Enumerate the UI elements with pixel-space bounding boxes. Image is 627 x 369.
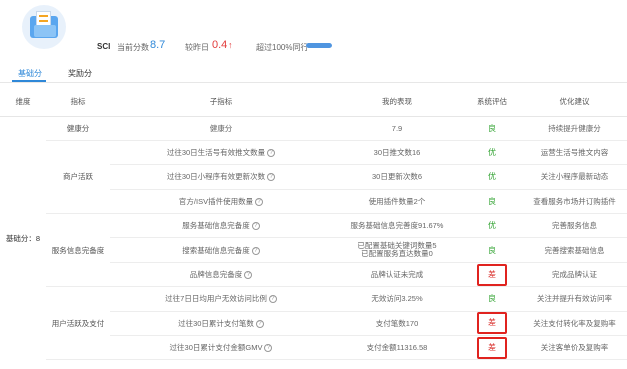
arrow-up-icon: ↑ xyxy=(228,40,233,50)
evaluation-badge: 差 xyxy=(488,318,496,328)
performance-cell: 服务基础信息完善度91.67% xyxy=(332,213,462,239)
group-cell: 健康分 xyxy=(46,116,110,141)
sub-indicator: 官方/ISV插件使用数量 xyxy=(178,196,254,206)
column-header: 子指标 xyxy=(110,88,332,117)
help-icon[interactable]: ? xyxy=(255,319,264,328)
help-icon[interactable]: ? xyxy=(267,149,276,158)
evaluation-badge: 良 xyxy=(488,196,496,206)
sub-indicator: 品牌信息完备度 xyxy=(189,270,243,280)
tab-basic[interactable]: 基础分 xyxy=(18,68,42,79)
performance-cell: 7.9 xyxy=(332,116,462,141)
group-cell: 商户活跃 xyxy=(46,140,110,215)
peer-progress-fill xyxy=(306,43,332,48)
evaluation-badge: 优 xyxy=(488,221,496,231)
highlight-box: 差 xyxy=(477,336,507,359)
brand-name: SCI xyxy=(97,42,111,51)
tab-divider xyxy=(0,82,627,83)
advice-cell: 完成品牌认证 xyxy=(522,262,627,288)
performance-cell: 支付金额11316.58 xyxy=(332,335,462,361)
column-header: 优化建议 xyxy=(522,88,627,117)
advice-cell: 完善搜索基础信息 xyxy=(522,237,627,263)
table-header-row: 维度 指标 子指标 我的表现 系统评估 优化建议 xyxy=(0,88,627,117)
table-row: 商户活跃 过往30日生活号有效推文数量? 30日推文数16 优 运营生活号推文内… xyxy=(0,140,627,215)
performance-cell: 品牌认证未完成 xyxy=(332,262,462,288)
table-row: 用户活跃及支付 过往7日日均用户无效访问比例? 无效访问3.25% 良 关注并提… xyxy=(0,286,627,361)
table-row: 服务信息完备度 服务基础信息完备度? 服务基础信息完善度91.67% 优 完善服… xyxy=(0,213,627,288)
evaluation-badge: 良 xyxy=(488,294,496,304)
group-cell: 服务信息完备度 xyxy=(46,213,110,288)
highlight-box: 差 xyxy=(477,263,507,286)
evaluation-badge: 差 xyxy=(488,269,496,279)
advice-cell: 关注支付转化率及复购率 xyxy=(522,311,627,337)
beat-label: 较昨日 xyxy=(185,43,209,52)
performance-cell: 已配置基础关键词数量5 已配置服务直达数量0 xyxy=(332,237,462,263)
column-header: 指标 xyxy=(46,88,110,117)
sub-indicator: 服务基础信息完备度 xyxy=(182,221,250,231)
tab-reward[interactable]: 奖励分 xyxy=(68,68,92,79)
help-icon[interactable]: ? xyxy=(251,246,260,255)
advice-cell: 关注并提升有效访问率 xyxy=(522,286,627,312)
highlight-box: 差 xyxy=(477,312,507,335)
sub-indicator: 过往30日小程序有效更新次数 xyxy=(166,172,266,182)
sub-indicator: 健康分 xyxy=(209,123,233,133)
performance-cell: 使用插件数量2个 xyxy=(332,189,462,215)
score-table: 维度 指标 子指标 我的表现 系统评估 优化建议 基础分：8 健康分 健康分 7… xyxy=(0,88,627,361)
performance-line: 已配置服务直达数量0 xyxy=(361,249,433,259)
score-tabs: 基础分 奖励分 xyxy=(0,64,627,83)
sub-indicator: 过往30日累计支付笔数 xyxy=(178,318,254,328)
sub-indicator: 过往30日累计支付金额GMV xyxy=(169,343,263,353)
evaluation-badge: 良 xyxy=(488,245,496,255)
performance-cell: 无效访问3.25% xyxy=(332,286,462,312)
performance-cell: 30日推文数16 xyxy=(332,140,462,166)
advice-cell: 运营生活号推文内容 xyxy=(522,140,627,166)
advice-cell: 关注小程序最新动态 xyxy=(522,164,627,190)
table-row: 基础分：8 健康分 健康分 7.9 良 持续提升健康分 xyxy=(0,116,627,243)
evaluation-badge: 优 xyxy=(488,172,496,182)
dimension-cell: 基础分：8 xyxy=(5,233,41,243)
peer-progress-bar xyxy=(306,43,332,48)
help-icon[interactable]: ? xyxy=(267,173,276,182)
column-header: 我的表现 xyxy=(332,88,462,117)
advice-cell: 持续提升健康分 xyxy=(522,116,627,141)
column-header: 系统评估 xyxy=(462,88,522,117)
help-icon[interactable]: ? xyxy=(264,344,273,353)
advice-cell: 查看服务市场并订购插件 xyxy=(522,189,627,215)
app-logo xyxy=(22,5,66,49)
evaluation-badge: 差 xyxy=(488,342,496,352)
score-value: 8.7 xyxy=(150,39,166,51)
score-label: 当前分数 xyxy=(117,43,149,52)
score-header: SCI 当前分数 8.7 较昨日 0.4 ↑ 超过100%同行 xyxy=(0,0,627,64)
advice-cell: 完善服务信息 xyxy=(522,213,627,239)
peer-text: 超过100%同行 xyxy=(256,43,309,52)
beat-value: 0.4 xyxy=(212,39,228,51)
evaluation-badge: 良 xyxy=(488,123,496,133)
sub-indicator: 搜索基础信息完备度 xyxy=(182,245,250,255)
group-cell: 用户活跃及支付 xyxy=(46,286,110,361)
performance-cell: 支付笔数170 xyxy=(332,311,462,337)
sub-indicator: 过往7日日均用户无效访问比例 xyxy=(165,294,267,304)
evaluation-badge: 优 xyxy=(488,148,496,158)
help-icon[interactable]: ? xyxy=(268,295,277,304)
sub-indicator: 过往30日生活号有效推文数量 xyxy=(166,148,266,158)
column-header: 维度 xyxy=(0,88,46,117)
help-icon[interactable]: ? xyxy=(251,222,260,231)
advice-cell: 关注客单价及复购率 xyxy=(522,335,627,361)
help-icon[interactable]: ? xyxy=(244,271,253,280)
help-icon[interactable]: ? xyxy=(255,197,264,206)
performance-cell: 30日更新次数6 xyxy=(332,164,462,190)
